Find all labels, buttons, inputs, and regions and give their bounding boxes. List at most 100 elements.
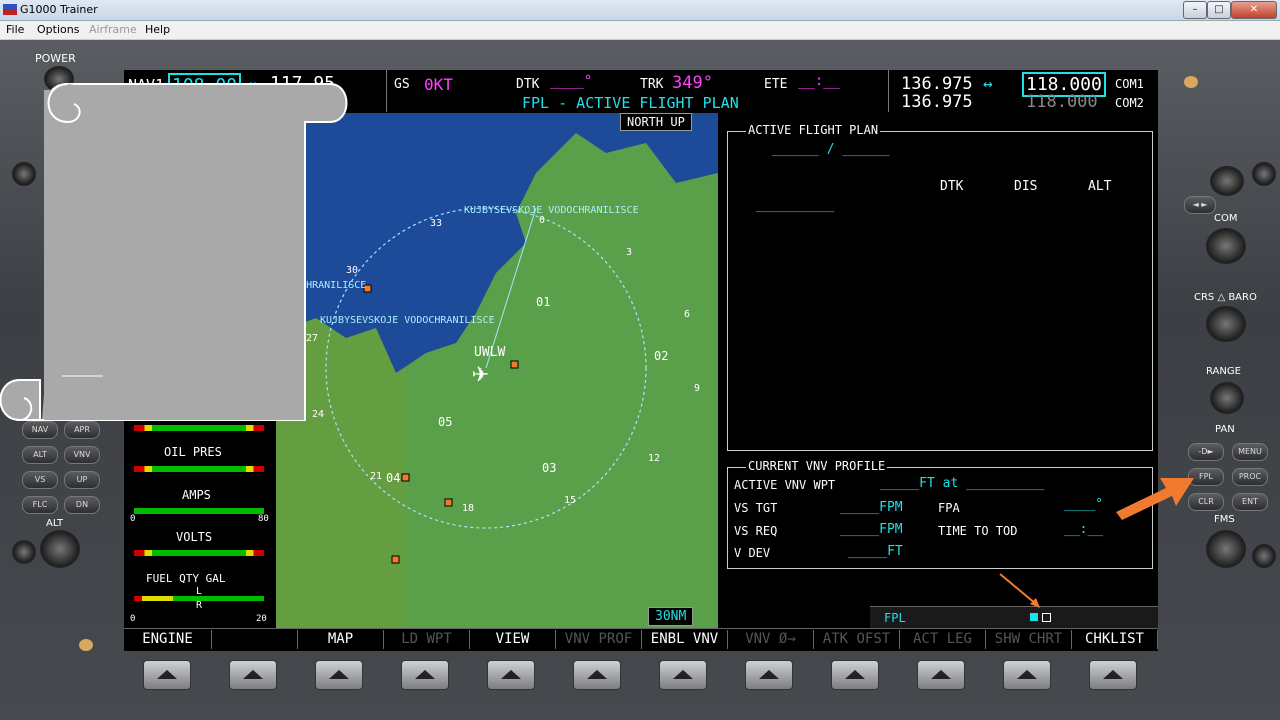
softkey-act-leg[interactable]: ACT LEG — [900, 630, 986, 649]
softkey-map[interactable]: MAP — [298, 630, 384, 649]
gs-label: GS — [394, 77, 410, 92]
fpl-header: ACTIVE FLIGHT PLAN — [746, 123, 881, 137]
softkey-button-9[interactable] — [831, 660, 879, 690]
alt-knob-label: ALT — [46, 518, 64, 529]
com-freq-transfer-button[interactable]: ◄ ► — [1184, 196, 1216, 214]
vnv-button[interactable]: VNV — [64, 446, 100, 464]
fpl-col-dtk: DTK — [940, 179, 964, 194]
compass-label-3: 3 — [626, 247, 633, 258]
menu-help[interactable]: Help — [145, 23, 170, 36]
alt-button[interactable]: ALT — [22, 446, 58, 464]
softkey-button-6[interactable] — [573, 660, 621, 690]
softkey-button-7[interactable] — [659, 660, 707, 690]
com-vol-right-knob[interactable] — [1252, 162, 1276, 186]
compass-label-18: 18 — [462, 503, 475, 514]
fms-right-knob[interactable] — [1252, 544, 1276, 568]
softkey-button-4[interactable] — [401, 660, 449, 690]
flc-button[interactable]: FLC — [22, 496, 58, 514]
compass-label-12: 12 — [648, 453, 661, 464]
ent-button[interactable]: ENT — [1232, 493, 1268, 511]
com-freq-box: 136.975 ↔ 118.000 COM1 136.975 118.000 C… — [888, 70, 1159, 112]
dtk-label: DTK — [516, 77, 540, 92]
range-knob[interactable] — [1210, 382, 1244, 414]
fpl-route: ______ / ______ — [772, 142, 890, 157]
ete-label: ETE — [764, 77, 788, 92]
vs-tgt-label: VS TGT — [734, 501, 778, 515]
direct-to-button[interactable]: -D► — [1188, 443, 1224, 461]
fpl-col-alt: ALT — [1088, 179, 1112, 194]
vs-button[interactable]: VS — [22, 471, 58, 489]
softkey-engine[interactable]: ENGINE — [124, 630, 212, 649]
page-indicator-inactive — [1042, 613, 1051, 622]
softkey-button-5[interactable] — [487, 660, 535, 690]
map-marker-label-05: 05 — [438, 415, 453, 429]
softkey-ld-wpt[interactable]: LD WPT — [384, 630, 470, 649]
softkey-chklist[interactable]: CHKLIST — [1072, 630, 1158, 649]
dn-button[interactable]: DN — [64, 496, 100, 514]
pan-label: PAN — [1215, 424, 1235, 435]
engine-strip: OIL PRES AMPS 0 80 VOLTS FUEL QTY GAL L … — [124, 400, 276, 628]
com2-standby-freq: 136.975 — [901, 92, 973, 112]
menu-airframe[interactable]: Airframe — [89, 23, 137, 36]
compass-label-6: 6 — [684, 309, 691, 320]
oil-pres-gauge — [134, 466, 264, 472]
fuel-qty-label: FUEL QTY GAL — [146, 572, 226, 585]
page-indicator-active — [1030, 613, 1038, 621]
softkey-button-3[interactable] — [315, 660, 363, 690]
close-button[interactable]: ✕ — [1231, 1, 1277, 19]
softkey-button-8[interactable] — [745, 660, 793, 690]
com-knob[interactable] — [1206, 228, 1246, 264]
alt-knob[interactable] — [40, 530, 80, 568]
app-icon — [3, 4, 17, 15]
crs-baro-label: CRS △ BARO — [1194, 292, 1257, 303]
compass-label-9: 9 — [694, 383, 701, 394]
fms-label: FMS — [1214, 514, 1235, 525]
highlight-arrow-page-indicator — [999, 573, 1040, 608]
time-to-tod-value: __:__ — [1064, 522, 1104, 537]
fuel-min: 0 — [130, 614, 136, 624]
softkey-shw-chrt[interactable]: SHW CHRT — [986, 630, 1072, 649]
softkey-button-2[interactable] — [229, 660, 277, 690]
softkey-blank[interactable] — [212, 630, 298, 649]
up-button[interactable]: UP — [64, 471, 100, 489]
minimize-button[interactable]: – — [1183, 1, 1207, 19]
proc-button[interactable]: PROC — [1232, 468, 1268, 486]
menu-options[interactable]: Options — [37, 23, 79, 36]
gauge-bar-top — [134, 425, 264, 431]
fuel-left-marker: L — [196, 586, 203, 597]
softkey-view[interactable]: VIEW — [470, 630, 556, 649]
softkey-vnv-direct[interactable]: VNV Ø→ — [728, 630, 814, 649]
softkey-button-11[interactable] — [1003, 660, 1051, 690]
compass-label-15: 15 — [564, 495, 577, 506]
softkey-button-1[interactable] — [143, 660, 191, 690]
fpa-label: FPA — [938, 501, 960, 515]
vs-req-value: _____FPM — [840, 522, 903, 537]
maximize-button[interactable]: □ — [1207, 1, 1231, 19]
power-label: POWER — [35, 52, 76, 65]
menu-button[interactable]: MENU — [1232, 443, 1268, 461]
fpl-row-1[interactable]: __________ — [756, 198, 834, 213]
map-orientation[interactable]: NORTH UP — [620, 113, 692, 131]
softkey-enbl-vnv[interactable]: ENBL VNV — [642, 630, 728, 649]
softkey-button-12[interactable] — [1089, 660, 1137, 690]
amps-min: 0 — [130, 514, 136, 524]
compass-label-21: 21 — [370, 471, 383, 482]
softkey-atk-ofst[interactable]: ATK OFST — [814, 630, 900, 649]
time-to-tod-label: TIME TO TOD — [938, 524, 1018, 538]
alt-inner-knob[interactable] — [12, 540, 36, 564]
light-sensor-right — [1184, 76, 1198, 88]
softkey-vnv-prof[interactable]: VNV PROF — [556, 630, 642, 649]
map-marker-label-04: 04 — [386, 471, 401, 485]
trk-value: 349° — [672, 73, 713, 93]
fms-knob[interactable] — [1206, 530, 1246, 568]
com-vol-knob[interactable] — [1210, 166, 1244, 196]
com1-standby-freq: 136.975 — [901, 74, 973, 94]
v-dev-label: V DEV — [734, 546, 771, 560]
menu-file[interactable]: File — [6, 23, 24, 36]
softkey-button-10[interactable] — [917, 660, 965, 690]
waypoint-marker-05 — [444, 498, 453, 507]
map-marker-label-01: 01 — [536, 295, 551, 309]
map-marker-label-03: 03 — [542, 461, 557, 475]
crs-baro-knob[interactable] — [1206, 306, 1246, 342]
ownship-aircraft-icon: ✈ — [472, 356, 489, 389]
